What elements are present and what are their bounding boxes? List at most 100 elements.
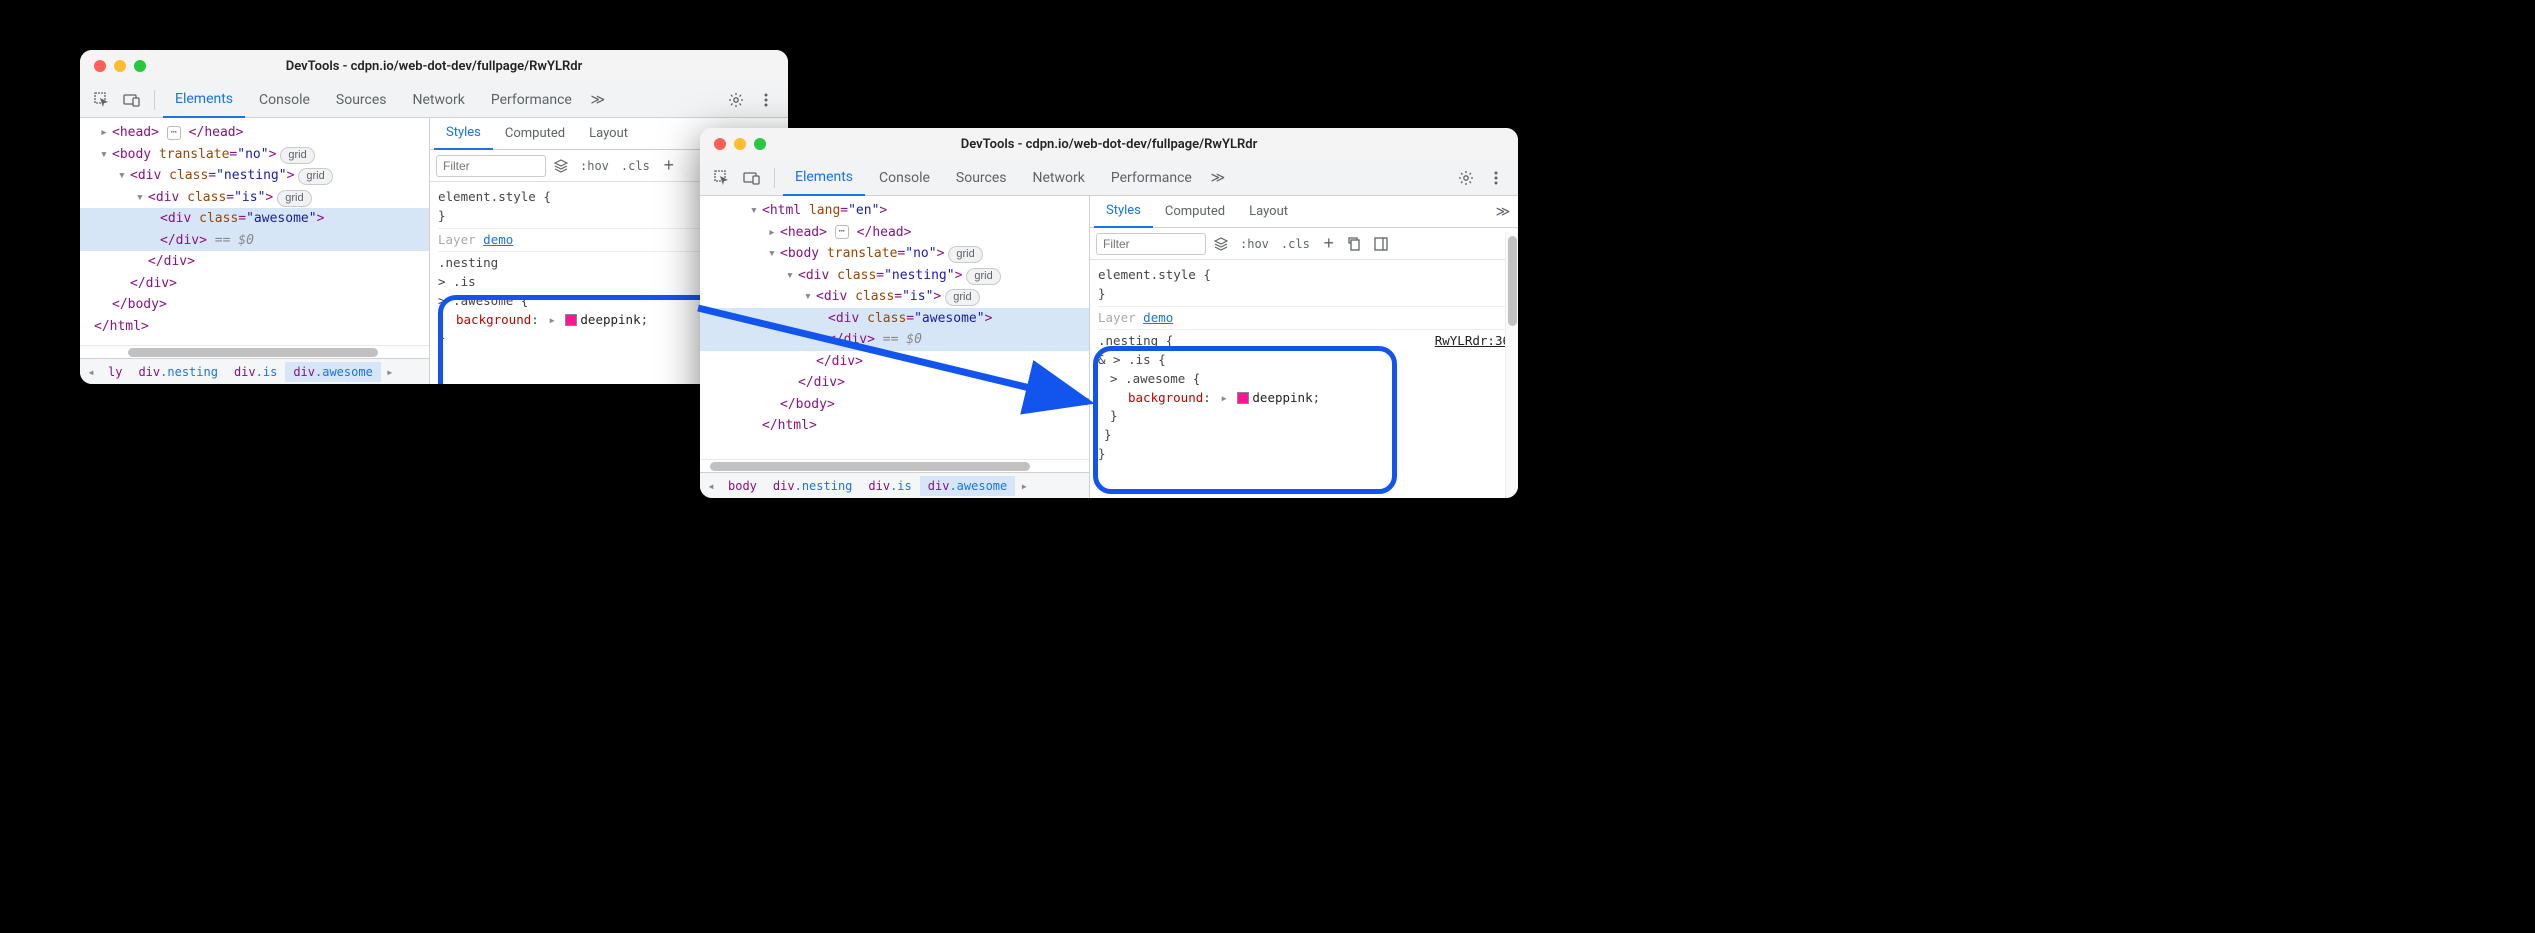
close-button[interactable] — [94, 60, 106, 72]
device-toggle-icon[interactable] — [738, 164, 766, 192]
grid-badge[interactable]: grid — [948, 246, 982, 263]
dom-tree[interactable]: ▸<head> ⋯ </head> ▾<body translate="no">… — [80, 118, 429, 345]
dom-div-awesome[interactable]: <div class="awesome"> — [700, 308, 1089, 330]
maximize-button[interactable] — [754, 138, 766, 150]
expand-shorthand-icon[interactable]: ▸ — [1220, 389, 1228, 408]
maximize-button[interactable] — [134, 60, 146, 72]
color-swatch[interactable] — [1237, 392, 1249, 404]
copy-changes-icon[interactable] — [1344, 233, 1366, 255]
breadcrumb-left-icon[interactable]: ◂ — [82, 365, 100, 379]
more-tabs-icon[interactable]: ≫ — [1206, 170, 1230, 186]
settings-icon[interactable] — [722, 86, 750, 114]
new-style-rule-icon[interactable]: + — [1318, 233, 1340, 255]
dom-div-is[interactable]: ▾<div class="is">grid — [80, 187, 429, 209]
tab-console[interactable]: Console — [247, 82, 322, 118]
dom-awesome-close[interactable]: </div> == $0 — [80, 230, 429, 252]
breadcrumb-item-ly[interactable]: ly — [100, 362, 130, 382]
tab-console[interactable]: Console — [867, 160, 942, 196]
horizontal-scrollbar[interactable] — [80, 345, 429, 358]
tab-sources[interactable]: Sources — [944, 160, 1019, 196]
tab-elements[interactable]: Elements — [783, 160, 865, 196]
breadcrumb-right-icon[interactable]: ▸ — [1015, 479, 1033, 493]
tab-sources[interactable]: Sources — [324, 82, 399, 118]
dom-body[interactable]: ▾<body translate="no">grid — [80, 144, 429, 166]
horizontal-scrollbar[interactable] — [700, 459, 1089, 472]
minimize-button[interactable] — [734, 138, 746, 150]
inspect-icon[interactable] — [88, 86, 116, 114]
cls-toggle[interactable]: .cls — [1277, 237, 1314, 251]
styles-filter-input[interactable] — [1096, 233, 1206, 255]
ellipsis-icon[interactable]: ⋯ — [167, 126, 181, 140]
dom-awesome-close[interactable]: </div> == $0 — [700, 329, 1089, 351]
subtab-computed[interactable]: Computed — [493, 118, 577, 150]
subtab-layout[interactable]: Layout — [577, 118, 640, 150]
source-file-link[interactable]: RwYLRdr:36 — [1435, 332, 1510, 351]
grid-badge[interactable]: grid — [945, 289, 979, 306]
dom-html[interactable]: ▾<html lang="en"> — [700, 200, 1089, 222]
expand-shorthand-icon[interactable]: ▸ — [548, 311, 556, 330]
subtab-styles[interactable]: Styles — [434, 118, 493, 150]
styles-filter-input[interactable] — [436, 155, 546, 177]
cls-toggle[interactable]: .cls — [617, 159, 654, 173]
dom-div-nesting[interactable]: ▾<div class="nesting">grid — [700, 265, 1089, 287]
grid-badge[interactable]: grid — [280, 147, 314, 164]
breadcrumb-item-is[interactable]: div.is — [226, 362, 285, 382]
more-subtabs-icon[interactable]: ≫ — [1492, 204, 1514, 220]
subtab-styles[interactable]: Styles — [1094, 196, 1153, 228]
breadcrumb-item-awesome[interactable]: div.awesome — [285, 362, 380, 382]
hov-toggle[interactable]: :hov — [576, 159, 613, 173]
device-toggle-icon[interactable] — [118, 86, 146, 114]
panel-layout-icon[interactable] — [1370, 233, 1392, 255]
dom-html-close[interactable]: </html> — [80, 316, 429, 338]
subtab-computed[interactable]: Computed — [1153, 196, 1237, 228]
kebab-menu-icon[interactable] — [752, 86, 780, 114]
grid-badge[interactable]: grid — [966, 268, 1000, 285]
settings-icon[interactable] — [1452, 164, 1480, 192]
dom-is-close[interactable]: </div> — [80, 251, 429, 273]
color-swatch[interactable] — [565, 314, 577, 326]
breadcrumb-item-is[interactable]: div.is — [860, 476, 919, 496]
dom-head[interactable]: ▸<head> ⋯ </head> — [80, 122, 429, 144]
tab-performance[interactable]: Performance — [1099, 160, 1204, 196]
dom-div-nesting[interactable]: ▾<div class="nesting">grid — [80, 165, 429, 187]
layers-icon[interactable] — [550, 155, 572, 177]
new-style-rule-icon[interactable]: + — [658, 155, 680, 177]
dom-is-close[interactable]: </div> — [700, 351, 1089, 373]
ellipsis-icon[interactable]: ⋯ — [835, 225, 849, 239]
traffic-lights — [94, 60, 146, 72]
dom-body-close[interactable]: </body> — [80, 294, 429, 316]
dom-nesting-close[interactable]: </div> — [80, 273, 429, 295]
subtab-layout[interactable]: Layout — [1237, 196, 1300, 228]
tab-network[interactable]: Network — [1021, 160, 1097, 196]
grid-badge[interactable]: grid — [298, 168, 332, 185]
breadcrumb-item-nesting[interactable]: div.nesting — [130, 362, 225, 382]
more-tabs-icon[interactable]: ≫ — [586, 92, 610, 108]
dom-body[interactable]: ▾<body translate="no">grid — [700, 243, 1089, 265]
dom-html-close[interactable]: </html> — [700, 415, 1089, 437]
dom-nesting-close[interactable]: </div> — [700, 372, 1089, 394]
inspect-icon[interactable] — [708, 164, 736, 192]
breadcrumb-right-icon[interactable]: ▸ — [381, 365, 399, 379]
dom-tree[interactable]: ▾<html lang="en"> ▸<head> ⋯ </head> ▾<bo… — [700, 196, 1089, 459]
grid-badge[interactable]: grid — [277, 190, 311, 207]
tab-performance[interactable]: Performance — [479, 82, 584, 118]
tab-network[interactable]: Network — [401, 82, 477, 118]
minimize-button[interactable] — [114, 60, 126, 72]
tab-elements[interactable]: Elements — [163, 82, 245, 118]
layers-icon[interactable] — [1210, 233, 1232, 255]
breadcrumb-item-nesting[interactable]: div.nesting — [765, 476, 860, 496]
vertical-scrollbar[interactable] — [1505, 232, 1518, 498]
breadcrumb-left-icon[interactable]: ◂ — [702, 479, 720, 493]
layer-demo-link[interactable]: demo — [1143, 310, 1173, 325]
layer-demo-link[interactable]: demo — [483, 232, 513, 247]
breadcrumb-item-awesome[interactable]: div.awesome — [920, 476, 1015, 496]
close-button[interactable] — [714, 138, 726, 150]
hov-toggle[interactable]: :hov — [1236, 237, 1273, 251]
dom-body-close[interactable]: </body> — [700, 394, 1089, 416]
styles-body[interactable]: element.style { } Layer demo RwYLRdr:36 … — [1090, 260, 1518, 498]
breadcrumb-item-body[interactable]: body — [720, 476, 765, 496]
dom-head[interactable]: ▸<head> ⋯ </head> — [700, 222, 1089, 244]
dom-div-awesome[interactable]: <div class="awesome"> — [80, 208, 429, 230]
kebab-menu-icon[interactable] — [1482, 164, 1510, 192]
dom-div-is[interactable]: ▾<div class="is">grid — [700, 286, 1089, 308]
